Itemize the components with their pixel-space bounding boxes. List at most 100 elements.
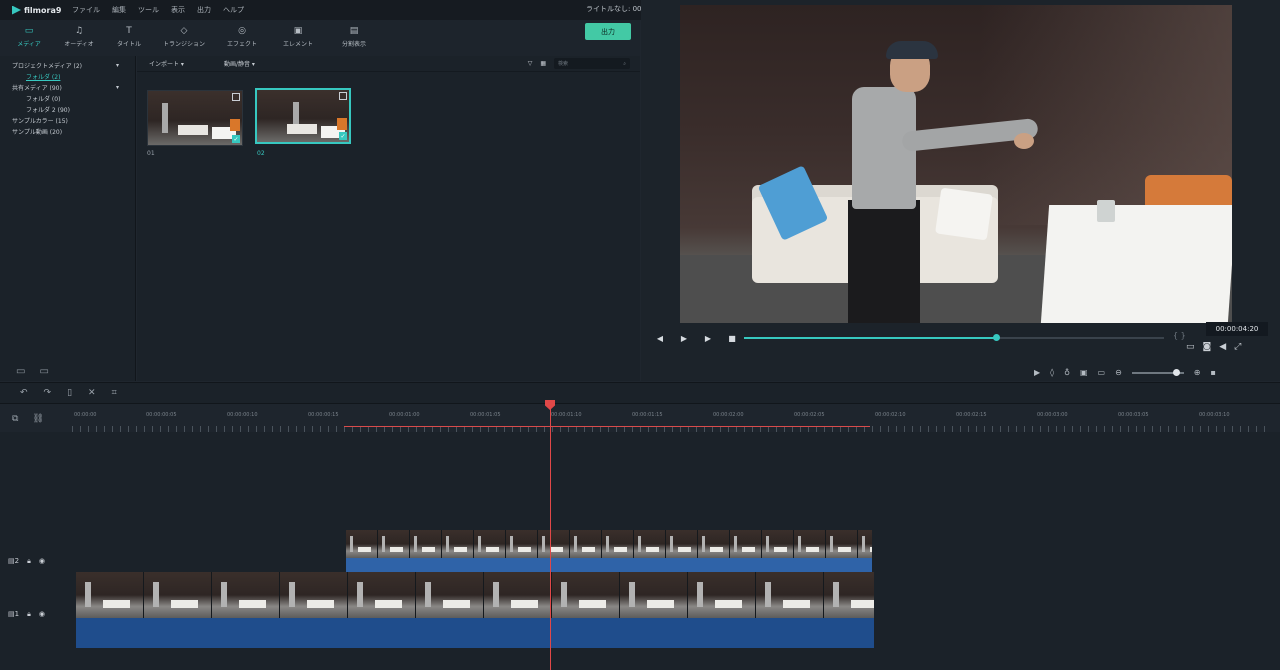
video-clip-track-1[interactable] xyxy=(76,572,874,618)
playback-progress-bar[interactable] xyxy=(744,334,1164,341)
tree-item-sample-videos[interactable]: サンプル動画 (20) xyxy=(0,126,135,137)
tab-split-screen[interactable]: ▤ 分割表示 xyxy=(326,20,382,54)
thumbnail-couch xyxy=(178,125,208,135)
ruler-tick-label: 00:00:03:05 xyxy=(1118,412,1149,418)
clip-frame xyxy=(144,572,212,618)
menu-file[interactable]: ファイル xyxy=(72,5,100,15)
progress-fill xyxy=(744,337,996,339)
tree-item-folder[interactable]: フォルダ (2) xyxy=(0,71,135,82)
crop-icon[interactable]: ⌗ xyxy=(112,388,117,398)
clip-frame xyxy=(474,530,506,558)
preview-video[interactable] xyxy=(680,5,1232,323)
grid-view-icon[interactable]: ▦ xyxy=(540,60,546,67)
menu-view[interactable]: 表示 xyxy=(171,5,185,15)
tab-effects[interactable]: ◎ エフェクト xyxy=(214,20,270,54)
tab-media[interactable]: ▭ メディア xyxy=(4,20,54,54)
import-dropdown[interactable]: インポート xyxy=(149,59,184,68)
settings-icon[interactable]: ▪ xyxy=(1211,368,1216,377)
tree-item-project-media[interactable]: プロジェクトメディア (2) ▾ xyxy=(0,60,135,71)
tree-item-shared-media[interactable]: 共有メディア (90) ▾ xyxy=(0,82,135,93)
volume-icon[interactable]: ◀ xyxy=(1219,342,1226,352)
clip-frame xyxy=(346,530,378,558)
filmora-logo-icon xyxy=(12,5,21,15)
tab-audio[interactable]: ♫ オーディオ xyxy=(54,20,104,54)
monitor-icon[interactable]: ▭ xyxy=(1186,342,1195,352)
snapshot-icon[interactable]: ◙ xyxy=(1203,342,1212,352)
subtitle-icon[interactable]: ▭ xyxy=(1098,368,1106,377)
effect-icon: ◎ xyxy=(238,26,246,36)
tree-item-shared-folder[interactable]: フォルダ (0) xyxy=(0,93,135,104)
sort-dropdown[interactable]: 動画/静音 xyxy=(224,59,255,68)
playhead-line[interactable] xyxy=(550,404,551,670)
progress-knob[interactable] xyxy=(993,334,1000,341)
search-input[interactable]: 検索 ⌕ xyxy=(554,58,630,69)
timeline-ruler[interactable]: ⧉ ⛓ 00:00:00 00:00:00:05 00:00:00:10 00:… xyxy=(0,404,1280,432)
tree-item-shared-folder-2[interactable]: フォルダ 2 (90) xyxy=(0,104,135,115)
previous-frame-icon[interactable]: ◀ xyxy=(648,334,672,343)
delete-icon[interactable]: ▯ xyxy=(67,388,72,398)
link-icon[interactable]: ⛓ xyxy=(32,414,43,424)
media-thumbnail[interactable]: ✓ xyxy=(147,90,243,146)
add-track-icon[interactable]: ⧉ xyxy=(12,414,18,424)
ruler-tick-label: 00:00:01:10 xyxy=(551,412,582,418)
next-frame-icon[interactable]: ▶ xyxy=(696,334,720,343)
stop-icon[interactable]: ■ xyxy=(720,334,744,343)
audio-waveform-track-2[interactable] xyxy=(346,558,872,572)
lock-icon[interactable]: 🔒︎ xyxy=(27,610,31,619)
audio-waveform-track-1[interactable] xyxy=(76,618,874,648)
menu-edit[interactable]: 編集 xyxy=(112,5,126,15)
new-folder-icon[interactable]: ▭ xyxy=(16,366,25,377)
filmora-editor: filmora9 ファイル 編集 ツール 表示 出力 ヘルプ ライトルなし: 0… xyxy=(0,0,1280,670)
render-icon[interactable]: ▶ xyxy=(1034,368,1040,377)
tab-label: タイトル xyxy=(116,41,141,48)
clip-frame xyxy=(602,530,634,558)
tab-elements[interactable]: ▣ エレメント xyxy=(270,20,326,54)
menu-tools[interactable]: ツール xyxy=(138,5,159,15)
marker-icon[interactable]: ◊ xyxy=(1050,368,1054,377)
ruler-tick-label: 00:00:02:05 xyxy=(794,412,825,418)
video-clip-track-2[interactable] xyxy=(346,530,872,558)
lock-icon[interactable]: 🔒︎ xyxy=(27,557,31,566)
microphone-icon[interactable]: ♁ xyxy=(1064,368,1070,377)
tree-item-label: フォルダ (2) xyxy=(26,74,61,81)
in-out-markers[interactable]: { } xyxy=(1173,331,1186,340)
clip-frame xyxy=(826,530,858,558)
tree-item-label: プロジェクトメディア (2) xyxy=(12,63,82,70)
tree-item-label: 共有メディア (90) xyxy=(12,85,62,92)
visibility-icon[interactable]: ◉ xyxy=(39,557,45,566)
zoom-in-icon[interactable]: ⊕ xyxy=(1194,368,1201,377)
clip-frame xyxy=(688,572,756,618)
visibility-icon[interactable]: ◉ xyxy=(39,610,45,619)
fullscreen-icon[interactable]: ⤢ xyxy=(1234,342,1241,352)
chevron-down-icon: ▾ xyxy=(115,62,119,69)
clip-frame xyxy=(506,530,538,558)
redo-icon[interactable]: ↷ xyxy=(44,388,52,398)
menu-help[interactable]: ヘルプ xyxy=(223,5,244,15)
cut-icon[interactable]: ✕ xyxy=(88,388,96,398)
filter-icon[interactable]: ▽ xyxy=(528,60,533,67)
ruler-tick-label: 00:00:02:10 xyxy=(875,412,906,418)
play-icon[interactable]: ▶ xyxy=(672,334,696,343)
media-bar: インポート 動画/静音 ▽ ▦ 検索 ⌕ xyxy=(137,56,640,72)
clip-frame xyxy=(824,572,874,618)
tab-transitions[interactable]: ◇ トランジション xyxy=(154,20,214,54)
clip-frame xyxy=(634,530,666,558)
audio-mixer-icon[interactable]: ▣ xyxy=(1080,368,1088,377)
clip-frame xyxy=(212,572,280,618)
media-thumbnail-selected[interactable]: ✓ xyxy=(255,88,351,144)
menu-export[interactable]: 出力 xyxy=(197,5,211,15)
clip-frame xyxy=(280,572,348,618)
clip-frame xyxy=(794,530,826,558)
clip-frame xyxy=(76,572,144,618)
ruler-tick-label: 00:00:00:05 xyxy=(146,412,177,418)
tree-item-sample-colors[interactable]: サンプルカラー (15) xyxy=(0,115,135,126)
export-button[interactable]: 出力 xyxy=(585,23,631,40)
chevron-down-icon: ▾ xyxy=(115,84,119,91)
zoom-out-icon[interactable]: ⊖ xyxy=(1115,368,1122,377)
tab-titles[interactable]: T タイトル xyxy=(104,20,154,54)
zoom-slider[interactable] xyxy=(1131,368,1184,376)
delete-folder-icon[interactable]: ▭ xyxy=(39,366,48,377)
clip-frame xyxy=(484,572,552,618)
thumbnail-chair xyxy=(337,118,347,130)
undo-icon[interactable]: ↶ xyxy=(20,388,28,398)
